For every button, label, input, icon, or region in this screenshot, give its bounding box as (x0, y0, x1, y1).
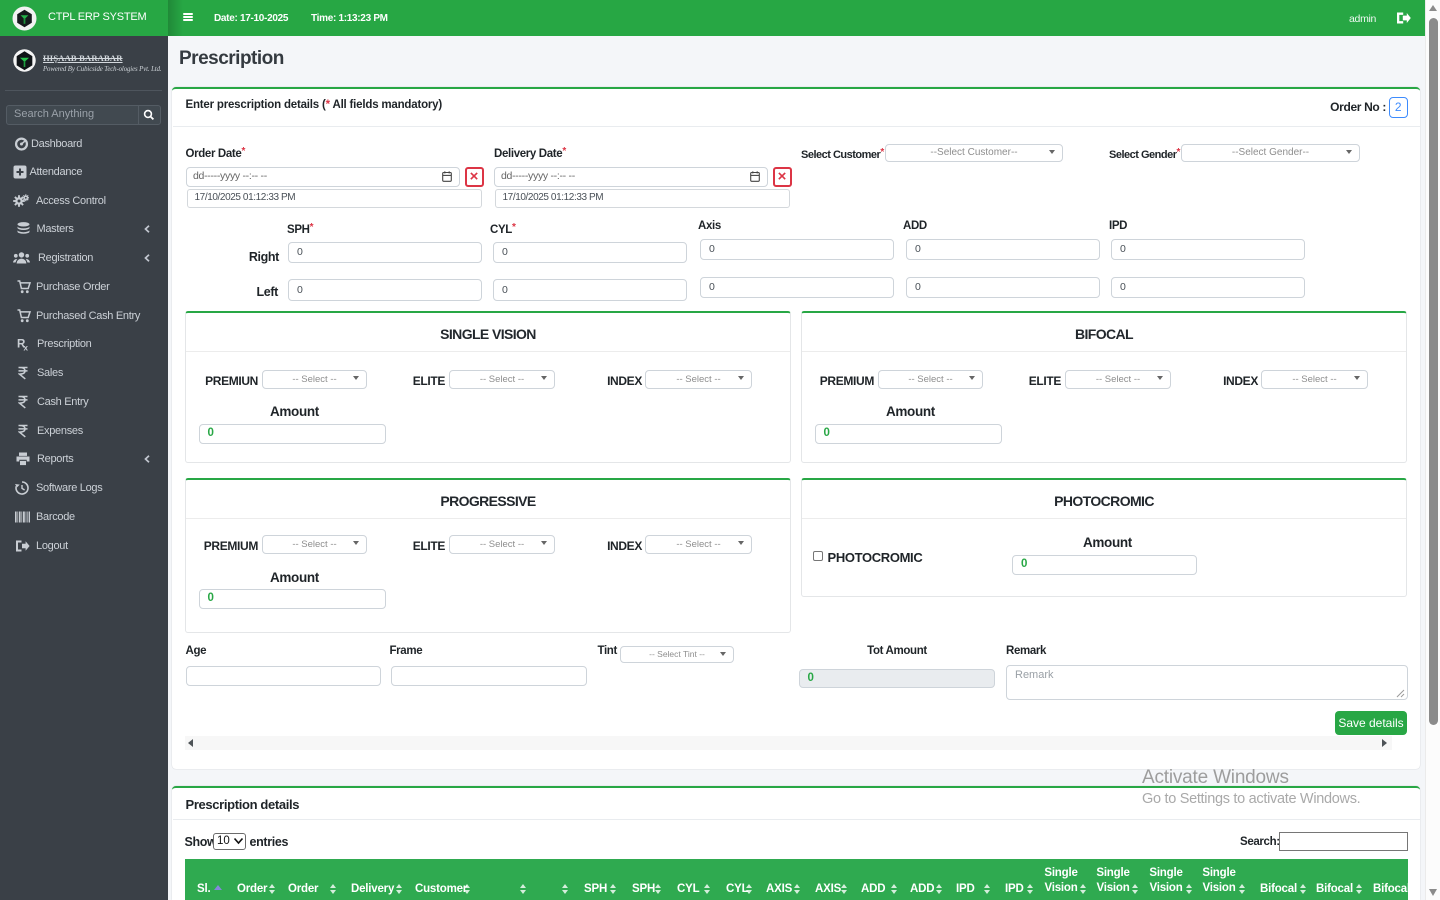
svg-text:x: x (24, 344, 29, 352)
